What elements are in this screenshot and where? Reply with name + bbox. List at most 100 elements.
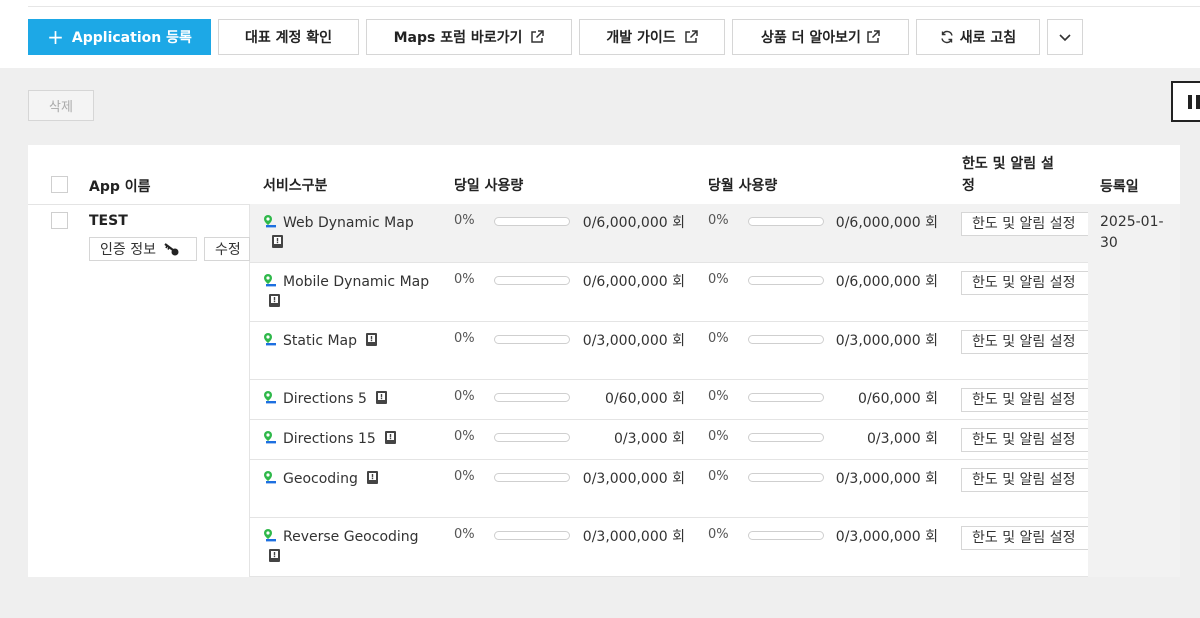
daily-unit: 회 bbox=[672, 333, 685, 349]
auth-info-button[interactable]: 인증 정보 bbox=[89, 237, 197, 261]
toolbar-divider bbox=[28, 6, 1200, 7]
monthly-unit: 회 bbox=[925, 391, 938, 407]
monthly-quantity: 0/3,000,000 회 bbox=[828, 527, 938, 547]
daily-quantity-value: 0/3,000,000 bbox=[582, 471, 668, 487]
plus-icon: + bbox=[47, 25, 64, 49]
daily-percent: 0% bbox=[454, 331, 475, 346]
map-pin-icon bbox=[264, 529, 276, 542]
monthly-percent: 0% bbox=[708, 469, 729, 484]
check-main-account-label: 대표 계정 확인 bbox=[244, 30, 333, 46]
map-pin-icon bbox=[264, 431, 276, 444]
daily-progress-bar bbox=[494, 473, 570, 482]
row-checkbox[interactable] bbox=[51, 212, 68, 229]
monthly-unit: 회 bbox=[925, 274, 938, 290]
pause-button[interactable] bbox=[1171, 81, 1200, 122]
guide-book-icon[interactable] bbox=[366, 470, 379, 485]
guide-book-icon[interactable] bbox=[375, 390, 388, 405]
pause-icon bbox=[1196, 95, 1200, 109]
service-name-cell: Web Dynamic Map bbox=[263, 213, 433, 253]
external-link-icon bbox=[867, 30, 880, 43]
table-row: Static Map 0% 0/3,000,000 회 0% 0/3,000,000 회… bbox=[250, 322, 1088, 380]
external-link-icon bbox=[684, 30, 698, 43]
register-application-label: Application 등록 bbox=[71, 30, 192, 46]
daily-quantity-value: 0/3,000,000 bbox=[582, 529, 668, 545]
maps-forum-link-button[interactable]: Maps 포럼 바로가기 bbox=[366, 19, 572, 55]
monthly-quantity-value: 0/6,000,000 bbox=[835, 274, 921, 290]
limit-alert-settings-button[interactable]: 한도 및 알림 설정 bbox=[961, 526, 1088, 550]
daily-quantity: 0/60,000 회 bbox=[575, 389, 685, 409]
service-name: Geocoding bbox=[283, 471, 358, 487]
monthly-progress-bar bbox=[748, 217, 824, 226]
delete-button[interactable]: 삭제 bbox=[28, 90, 94, 121]
register-application-button[interactable]: + Application 등록 bbox=[28, 19, 211, 55]
maps-forum-label: Maps 포럼 바로가기 bbox=[393, 30, 523, 46]
pause-icon bbox=[1188, 95, 1192, 109]
monthly-quantity-value: 0/3,000,000 bbox=[835, 333, 921, 349]
limit-alert-settings-button[interactable]: 한도 및 알림 설정 bbox=[961, 212, 1088, 236]
monthly-quantity: 0/3,000,000 회 bbox=[828, 469, 938, 489]
monthly-unit: 회 bbox=[925, 471, 938, 487]
limit-alert-settings-button[interactable]: 한도 및 알림 설정 bbox=[961, 388, 1088, 412]
service-name: Mobile Dynamic Map bbox=[283, 274, 430, 290]
learn-more-products-button[interactable]: 상품 더 알아보기 bbox=[732, 19, 909, 55]
monthly-quantity: 0/6,000,000 회 bbox=[828, 272, 938, 292]
guide-book-icon[interactable] bbox=[384, 430, 397, 445]
daily-quantity-value: 0/3,000 bbox=[613, 431, 668, 447]
monthly-quantity-value: 0/3,000,000 bbox=[835, 529, 921, 545]
table-row: Mobile Dynamic Map 0% 0/6,000,000 회 0% 0/6,0… bbox=[250, 263, 1088, 322]
limit-alert-settings-button[interactable]: 한도 및 알림 설정 bbox=[961, 428, 1088, 452]
guide-book-icon[interactable] bbox=[271, 234, 284, 249]
registered-date: 2025-01-30 bbox=[1100, 214, 1164, 251]
monthly-quantity-value: 0/3,000,000 bbox=[835, 471, 921, 487]
auth-info-label: 인증 정보 bbox=[100, 242, 156, 258]
refresh-button[interactable]: 새로 고침 bbox=[916, 19, 1040, 55]
service-name-cell: Directions 15 bbox=[263, 429, 433, 449]
check-main-account-button[interactable]: 대표 계정 확인 bbox=[218, 19, 359, 55]
app-usage-table: App 이름 서비스구분 당일 사용량 당월 사용량 한도 및 알림 설 정 등… bbox=[28, 145, 1180, 577]
map-pin-icon bbox=[264, 274, 276, 287]
header-registered-date: 등록일 bbox=[1100, 179, 1139, 195]
monthly-percent: 0% bbox=[708, 429, 729, 444]
monthly-percent: 0% bbox=[708, 527, 729, 542]
monthly-progress-bar bbox=[748, 276, 824, 285]
service-name: Directions 15 bbox=[283, 431, 376, 447]
monthly-percent: 0% bbox=[708, 389, 729, 404]
header-app-name: App 이름 bbox=[89, 179, 151, 195]
monthly-progress-bar bbox=[748, 335, 824, 344]
map-pin-icon bbox=[264, 391, 276, 404]
edit-button[interactable]: 수정 bbox=[204, 237, 250, 261]
chevron-down-icon bbox=[1059, 34, 1071, 42]
limit-alert-settings-button[interactable]: 한도 및 알림 설정 bbox=[961, 271, 1088, 295]
map-pin-icon bbox=[264, 215, 276, 228]
header-limit-line2: 정 bbox=[962, 178, 975, 194]
daily-progress-bar bbox=[494, 433, 570, 442]
more-options-dropdown-button[interactable] bbox=[1047, 19, 1083, 55]
daily-quantity-value: 0/3,000,000 bbox=[582, 333, 668, 349]
select-all-checkbox[interactable] bbox=[51, 176, 68, 193]
table-row: Web Dynamic Map 0% 0/6,000,000 회 0% 0/6,000,… bbox=[250, 204, 1088, 263]
monthly-unit: 회 bbox=[925, 333, 938, 349]
registered-date-cell bbox=[1088, 204, 1180, 577]
monthly-quantity-value: 0/6,000,000 bbox=[835, 215, 921, 231]
guide-book-icon[interactable] bbox=[268, 548, 281, 563]
guide-book-icon[interactable] bbox=[365, 332, 378, 347]
service-name-cell: Directions 5 bbox=[263, 389, 433, 409]
header-daily-usage: 당일 사용량 bbox=[454, 178, 524, 194]
dev-guide-link-button[interactable]: 개발 가이드 bbox=[579, 19, 725, 55]
dev-guide-label: 개발 가이드 bbox=[606, 30, 676, 46]
monthly-quantity: 0/3,000 회 bbox=[828, 429, 938, 449]
daily-unit: 회 bbox=[672, 529, 685, 545]
daily-progress-bar bbox=[494, 335, 570, 344]
learn-more-products-label: 상품 더 알아보기 bbox=[761, 30, 861, 46]
daily-progress-bar bbox=[494, 217, 570, 226]
limit-alert-settings-button[interactable]: 한도 및 알림 설정 bbox=[961, 330, 1088, 354]
daily-percent: 0% bbox=[454, 389, 475, 404]
monthly-quantity-value: 0/3,000 bbox=[866, 431, 921, 447]
limit-alert-settings-button[interactable]: 한도 및 알림 설정 bbox=[961, 468, 1088, 492]
monthly-unit: 회 bbox=[925, 431, 938, 447]
top-toolbar: + Application 등록 대표 계정 확인 Maps 포럼 바로가기 개… bbox=[0, 0, 1200, 68]
daily-quantity: 0/6,000,000 회 bbox=[575, 213, 685, 233]
guide-book-icon[interactable] bbox=[268, 293, 281, 308]
service-name-cell: Geocoding bbox=[263, 469, 433, 489]
daily-quantity: 0/3,000,000 회 bbox=[575, 469, 685, 489]
